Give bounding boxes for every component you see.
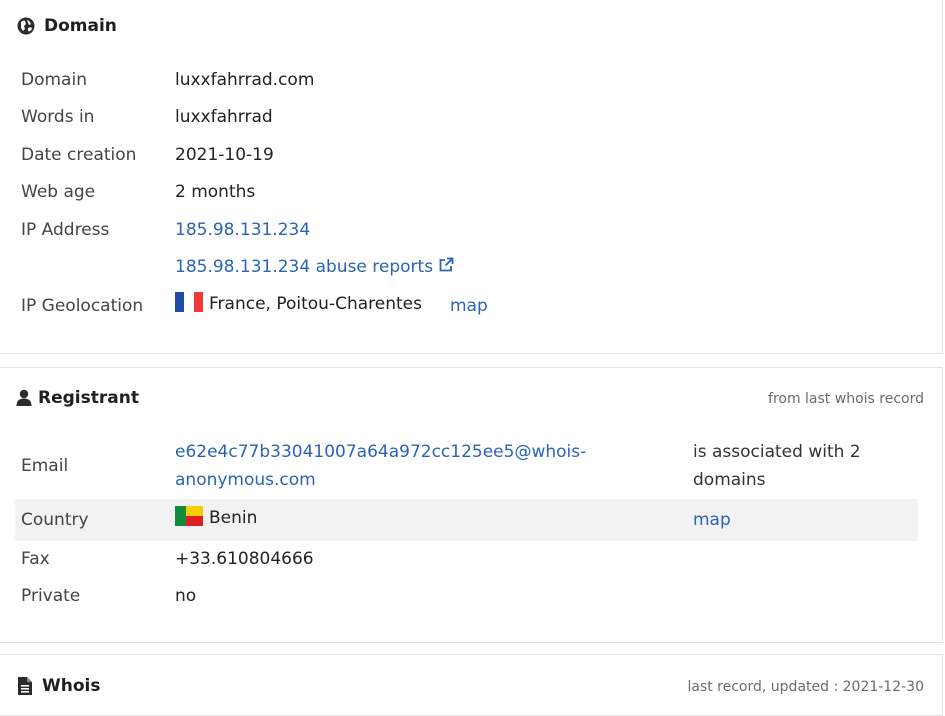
email-row: Email e62e4c77b33041007a64a972cc125ee5@w… [15, 438, 918, 494]
domain-card: Domain Domain luxxfahrrad.com Words in l… [0, 0, 943, 354]
words-label: Words in [21, 107, 95, 127]
whois-note: last record, updated : 2021-12-30 [687, 679, 924, 695]
words-value: luxxfahrrad [175, 107, 273, 127]
country-map-link[interactable]: map [693, 499, 731, 541]
date-creation-label: Date creation [21, 145, 137, 165]
domain-label: Domain [21, 70, 87, 90]
country-row: Country Benin map [15, 499, 918, 541]
ip-address-link[interactable]: 185.98.131.234 [175, 216, 310, 244]
ip-geolocation-value: France, Poitou-Charentes [175, 290, 422, 318]
registrant-note: from last whois record [768, 391, 924, 407]
abuse-reports-link[interactable]: 185.98.131.234 abuse reports [175, 257, 433, 277]
private-label: Private [21, 586, 81, 606]
country-label: Country [21, 510, 89, 530]
email-link-line1[interactable]: e62e4c77b33041007a64a972cc125ee5@whois- [175, 442, 586, 462]
registrant-card-title: Registrant [16, 388, 139, 408]
whois-card-title-text: Whois [42, 676, 101, 696]
registrant-card-title-text: Registrant [38, 388, 139, 408]
email-association-note: is associated with 2 domains [693, 438, 861, 494]
ip-address-label: IP Address [21, 220, 110, 240]
fax-value: +33.610804666 [175, 549, 314, 569]
country-text: Benin [209, 508, 258, 528]
geolocation-map-link[interactable]: map [450, 292, 488, 320]
ip-geolocation-text: France, Poitou-Charentes [209, 294, 422, 314]
email-link[interactable]: e62e4c77b33041007a64a972cc125ee5@whois- … [175, 438, 586, 494]
web-age-label: Web age [21, 182, 96, 202]
email-link-line2[interactable]: anonymous.com [175, 470, 316, 490]
domain-value: luxxfahrrad.com [175, 70, 315, 90]
france-flag [175, 292, 203, 312]
external-link-icon[interactable] [437, 256, 455, 274]
country-value: Benin [175, 497, 257, 539]
email-association-line1: is associated with 2 [693, 442, 861, 462]
domain-card-title: Domain [16, 16, 117, 36]
ip-geolocation-label: IP Geolocation [21, 296, 144, 316]
document-icon [16, 676, 34, 696]
private-value: no [175, 586, 197, 606]
user-icon [16, 388, 32, 408]
fax-label: Fax [21, 549, 50, 569]
web-age-value: 2 months [175, 182, 256, 202]
whois-card-title: Whois [16, 676, 100, 696]
email-association-line2: domains [693, 470, 766, 490]
whois-card: Whois last record, updated : 2021-12-30 [0, 654, 943, 716]
globe-icon [16, 16, 36, 36]
domain-card-title-text: Domain [44, 16, 117, 36]
email-label: Email [21, 456, 69, 476]
abuse-reports-link-wrap[interactable]: 185.98.131.234 abuse reports [175, 253, 455, 281]
registrant-card: Registrant from last whois record Email … [0, 367, 943, 643]
date-creation-value: 2021-10-19 [175, 145, 274, 165]
benin-flag [175, 506, 203, 526]
